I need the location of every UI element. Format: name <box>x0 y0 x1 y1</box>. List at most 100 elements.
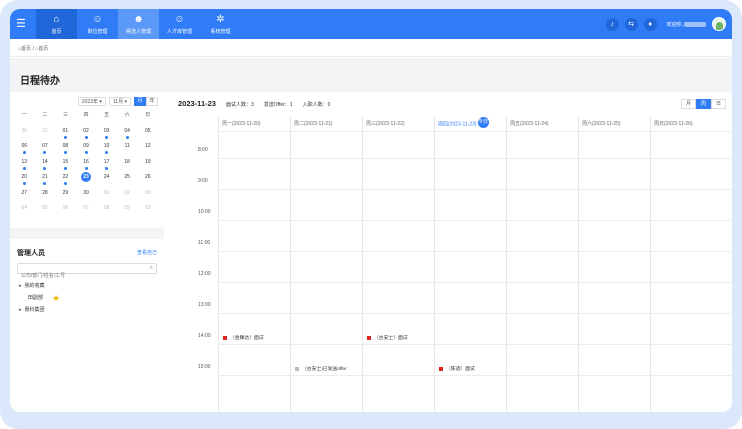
calendar-day[interactable]: 09 <box>117 204 138 220</box>
calendar-day[interactable]: 03 <box>96 127 117 143</box>
nav-item-4[interactable]: ☺ 人才库管理 <box>159 9 200 39</box>
calendar-day[interactable]: 05 <box>35 204 56 220</box>
event-dot <box>22 151 26 154</box>
calendar-week: 06 07 08 09 10 11 12 <box>14 142 158 158</box>
calendar-day[interactable]: 18 <box>117 158 138 174</box>
calendar-day[interactable]: 13 <box>14 158 35 174</box>
calendar-day[interactable]: 03 <box>137 189 158 205</box>
calendar-day[interactable]: 22 <box>55 173 76 189</box>
mode-year-button[interactable]: 年 <box>146 97 158 106</box>
switch-role-icon[interactable]: ⇆ <box>624 17 638 31</box>
calendar-day[interactable]: 16 <box>76 158 97 174</box>
calendar-day[interactable]: 15 <box>55 158 76 174</box>
schedule-event[interactable]: （古安士）面试 <box>367 334 408 341</box>
calendar-day[interactable]: 12 <box>137 142 158 158</box>
app-frame: ☰ ⌂ 首页 ☺ 职位管理 ☻ 候选人管理 ☺ 人才库管理 ✲ 系统管理 ♪ ⇆ ♦ 欢迎你, ⌂… <box>0 0 742 429</box>
calendar-day[interactable]: 01 <box>96 189 117 205</box>
mini-calendar-header: 2023年 ▾ 11月 ▾ 月 年 <box>77 97 158 106</box>
calendar-day[interactable]: 07 <box>35 142 56 158</box>
notification-bell-icon[interactable]: ♪ <box>605 17 619 31</box>
tree-node-label: 惠科集团 <box>24 307 45 313</box>
calendar-day[interactable]: 08 <box>96 204 117 220</box>
hour-gridline <box>218 344 732 345</box>
calendar-day[interactable]: 24 <box>96 173 117 189</box>
calendar-day[interactable]: 21 <box>35 173 56 189</box>
schedule-event[interactable]: （古安士)已发送offer <box>295 365 347 372</box>
calendar-day[interactable]: 05 <box>137 127 158 143</box>
event-marker-icon <box>439 366 443 371</box>
people-icon: ☺ <box>174 13 185 25</box>
calendar-day-today[interactable]: 23 <box>76 172 97 189</box>
calendar-day[interactable]: 01 <box>55 127 76 143</box>
schedule-event[interactable]: （金臻达）面试 <box>223 334 264 341</box>
calendar-day[interactable]: 04 <box>14 204 35 220</box>
search-icon[interactable]: ⌕ <box>150 265 153 272</box>
left-panel: 2023年 ▾ 11月 ▾ 月 年 一二三四五六日 30 31 01 02 03 04 05 0… <box>10 93 164 412</box>
caret-right-icon[interactable]: ▸ <box>19 304 22 316</box>
hour-gridline <box>218 282 732 283</box>
calendar-day[interactable]: 17 <box>96 158 117 174</box>
day-number: 26 <box>144 174 151 180</box>
calendar-day[interactable]: 11 <box>117 142 138 158</box>
day-number: 24 <box>103 174 110 180</box>
calendar-day[interactable]: 10 <box>96 142 117 158</box>
calendar-day[interactable]: 29 <box>55 189 76 205</box>
event-dot <box>22 166 26 170</box>
day-number: 11 <box>124 143 130 149</box>
breadcrumb-home[interactable]: 首页 <box>21 46 31 52</box>
calendar-day[interactable]: 20 <box>14 173 35 189</box>
event-dot <box>43 166 47 170</box>
fullscreen-icon[interactable]: ♦ <box>643 17 657 31</box>
calendar-day[interactable]: 30 <box>14 127 35 143</box>
year-select[interactable]: 2023年 ▾ <box>77 97 106 106</box>
calendar-day[interactable]: 04 <box>117 127 138 143</box>
view-button[interactable]: 日 <box>711 99 726 109</box>
calendar-day[interactable]: 02 <box>117 189 138 205</box>
calendar-day[interactable]: 30 <box>76 189 97 205</box>
calendar-day[interactable]: 27 <box>14 189 35 205</box>
calendar-day[interactable]: 26 <box>137 173 158 189</box>
header-divider <box>218 131 732 132</box>
calendar-day[interactable]: 14 <box>35 158 56 174</box>
nav-item-5[interactable]: ✲ 系统管理 <box>200 9 241 39</box>
month-select[interactable]: 11月 ▾ <box>108 97 131 106</box>
calendar-day[interactable]: 07 <box>76 204 97 220</box>
year-select-value: 2023年 <box>81 99 98 105</box>
tree-node[interactable]: 田副部 ★ <box>19 292 60 304</box>
day-number: 25 <box>124 174 130 180</box>
calendar-day[interactable]: 31 <box>35 127 56 143</box>
star-icon[interactable]: ★ <box>52 293 60 303</box>
calendar-day[interactable]: 25 <box>117 173 138 189</box>
calendar-week: 27 28 29 30 01 02 03 <box>14 189 158 205</box>
app-window: ☰ ⌂ 首页 ☺ 职位管理 ☻ 候选人管理 ☺ 人才库管理 ✲ 系统管理 ♪ ⇆ ♦ 欢迎你, ⌂… <box>10 9 732 412</box>
calendar-day[interactable]: 06 <box>55 204 76 220</box>
calendar-day[interactable]: 19 <box>137 158 158 174</box>
nav-item-3[interactable]: ☻ 候选人管理 <box>118 9 159 39</box>
tree-node[interactable]: ▸ 我的收藏 <box>19 280 60 292</box>
managers-panel: 管理人员 查看自己 ⌕ ▸我的收藏田副部★▸惠科集团 <box>10 239 164 412</box>
view-self-link[interactable]: 查看自己 <box>137 249 157 256</box>
view-button[interactable]: 月 <box>681 99 696 109</box>
calendar-day[interactable]: 28 <box>35 189 56 205</box>
calendar-day[interactable]: 10 <box>137 204 158 220</box>
day-column-label: 周五(2023-11-24) <box>510 121 549 127</box>
view-button[interactable]: 周 <box>696 99 711 109</box>
avatar[interactable] <box>712 17 726 31</box>
calendar-day[interactable]: 06 <box>14 142 35 158</box>
tree-node[interactable]: ▸ 惠科集团 <box>19 304 60 316</box>
calendar-day[interactable]: 08 <box>55 142 76 158</box>
day-number: 21 <box>42 174 48 180</box>
calendar-day[interactable]: 02 <box>76 127 97 143</box>
nav-item-1[interactable]: ⌂ 首页 <box>36 9 77 39</box>
schedule-event[interactable]: （陈适）面试 <box>439 365 475 372</box>
caret-right-icon[interactable]: ▸ <box>19 280 22 292</box>
hour-label: 14:00 <box>198 333 211 339</box>
day-number: 17 <box>103 158 110 165</box>
day-column-label: 周二(2023-11-21) <box>294 121 333 127</box>
nav-item-2[interactable]: ☺ 职位管理 <box>77 9 118 39</box>
mode-month-button[interactable]: 月 <box>134 97 146 106</box>
menu-toggle-icon[interactable]: ☰ <box>16 17 30 31</box>
top-navbar: ☰ ⌂ 首页 ☺ 职位管理 ☻ 候选人管理 ☺ 人才库管理 ✲ 系统管理 ♪ ⇆ ♦ 欢迎你, <box>10 9 732 39</box>
calendar-day[interactable]: 09 <box>76 142 97 158</box>
event-marker-icon <box>223 335 227 340</box>
